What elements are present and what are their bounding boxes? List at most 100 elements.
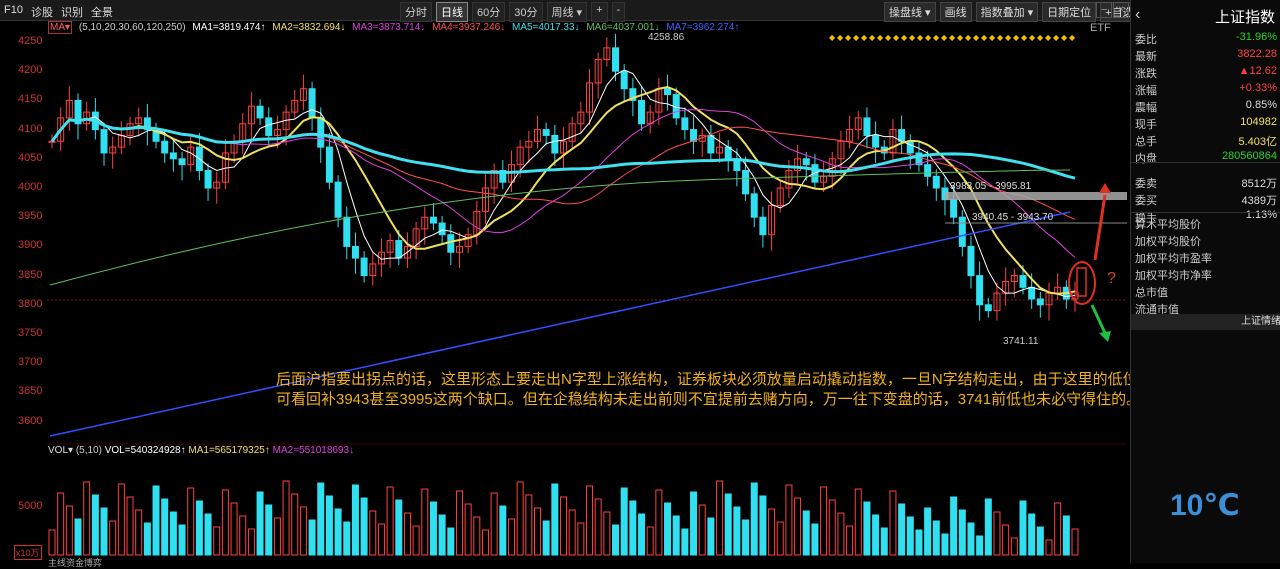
candle-body bbox=[750, 193, 758, 218]
volume-bar bbox=[221, 489, 229, 556]
volume-bar bbox=[152, 485, 160, 556]
candle-body bbox=[976, 275, 984, 306]
volume-bar bbox=[854, 488, 862, 556]
volume-bar bbox=[447, 527, 455, 556]
quote-value: ▲12.62 bbox=[1238, 65, 1277, 77]
volume-bar bbox=[698, 504, 706, 556]
volume-bar bbox=[360, 497, 368, 556]
volume-bar bbox=[1045, 539, 1053, 556]
candle-body bbox=[690, 129, 698, 142]
volume-bar bbox=[317, 482, 325, 556]
quote-row: 最新 3822.28 bbox=[1135, 48, 1277, 64]
index-title: 上证指数 bbox=[1214, 9, 1275, 26]
candle-body bbox=[1036, 298, 1044, 306]
volume-bar bbox=[1028, 513, 1036, 556]
candle-body bbox=[48, 140, 56, 143]
candlestick-chart[interactable]: ? 4258.86 3741.11 3983.05 - 3995.81 3940… bbox=[0, 0, 1130, 563]
volume-bar bbox=[490, 492, 498, 556]
diamond-marker: ◆ bbox=[957, 33, 964, 42]
volume-bar bbox=[135, 509, 143, 556]
diamond-marker: ◆ bbox=[965, 33, 972, 42]
panel-header: ‹ 上证指数 bbox=[1131, 4, 1280, 26]
volume-bar bbox=[560, 496, 567, 556]
volume-bar bbox=[612, 524, 620, 556]
volume-bar bbox=[83, 481, 91, 556]
volume-bar bbox=[429, 501, 437, 556]
candle-body bbox=[360, 257, 368, 277]
quote-value: 280560864 bbox=[1221, 150, 1277, 162]
volume-bar bbox=[525, 494, 533, 556]
volume-bar bbox=[204, 513, 212, 556]
volume-bar bbox=[993, 511, 1001, 556]
diamond-marker: ◆ bbox=[877, 33, 884, 42]
volume-bar bbox=[846, 525, 854, 556]
volume-bar bbox=[291, 493, 299, 556]
quote-row: 总手 5.403亿 bbox=[1135, 133, 1277, 149]
vol-selector[interactable]: VOL▾ bbox=[48, 445, 73, 456]
quote-value: -31.96% bbox=[1236, 31, 1277, 43]
candle-body bbox=[542, 129, 550, 136]
candle-body bbox=[984, 304, 992, 312]
diamond-marker: ◆ bbox=[901, 33, 908, 42]
quote-row: 委卖 8512万 bbox=[1135, 175, 1277, 191]
volume-bar bbox=[776, 521, 784, 556]
sentiment-tab[interactable]: 上证情绪 bbox=[1131, 314, 1280, 330]
diamond-marker: ◆ bbox=[1045, 33, 1052, 42]
candle-body bbox=[1028, 286, 1036, 300]
down-arrow-head bbox=[1099, 331, 1111, 342]
candle-body bbox=[551, 134, 559, 154]
volume-bar bbox=[187, 487, 195, 556]
volume-bar bbox=[768, 508, 776, 556]
quote-value: 4389万 bbox=[1241, 195, 1277, 207]
volume-bar bbox=[577, 522, 585, 556]
volume-bar bbox=[334, 508, 342, 556]
volume-bar bbox=[759, 495, 767, 556]
volume-bar bbox=[889, 490, 897, 556]
volume-bar bbox=[802, 510, 810, 556]
volume-bar bbox=[386, 486, 394, 556]
volume-bar bbox=[213, 526, 221, 556]
volume-bar bbox=[161, 498, 169, 556]
volume-bar bbox=[603, 511, 611, 556]
candle-body bbox=[638, 99, 646, 125]
candle-body bbox=[872, 134, 880, 148]
volume-bar bbox=[48, 529, 56, 556]
volume-bar bbox=[915, 529, 923, 556]
diamond-marker: ◆ bbox=[1013, 33, 1020, 42]
diamond-marker: ◆ bbox=[893, 33, 900, 42]
candle-body bbox=[924, 164, 932, 177]
vol-value: VOL=540324928↑ bbox=[104, 445, 186, 456]
volume-bar bbox=[594, 498, 602, 556]
quote-label: 委比 bbox=[1135, 34, 1157, 46]
volume-bar bbox=[299, 506, 307, 556]
volume-bar bbox=[898, 503, 906, 556]
diamond-marker: ◆ bbox=[973, 33, 980, 42]
volume-bar bbox=[820, 486, 828, 556]
volume-axis-tick: 5000 bbox=[18, 500, 43, 512]
candle-body bbox=[178, 158, 186, 166]
quote-label: 涨幅 bbox=[1135, 85, 1157, 97]
volume-bar bbox=[967, 522, 975, 556]
volume-bar bbox=[74, 518, 82, 556]
volume-bar bbox=[117, 483, 125, 556]
volume-bar bbox=[169, 511, 177, 556]
volume-bar bbox=[343, 521, 351, 556]
temperature-value: 10℃ bbox=[1170, 489, 1240, 522]
volume-bar bbox=[178, 524, 186, 556]
volume-bar bbox=[282, 480, 290, 556]
gap1-label: 3983.05 - 3995.81 bbox=[950, 181, 1032, 192]
volume-bar bbox=[100, 507, 108, 556]
volume-bar bbox=[568, 509, 576, 556]
diamond-marker: ◆ bbox=[1061, 33, 1068, 42]
candle-body bbox=[334, 181, 342, 218]
volume-bar bbox=[325, 495, 333, 556]
diamond-marker: ◆ bbox=[869, 33, 876, 42]
candle-body bbox=[169, 152, 177, 160]
volume-bar bbox=[950, 496, 958, 556]
diamond-marker: ◆ bbox=[853, 33, 860, 42]
back-arrow-icon[interactable]: ‹ bbox=[1135, 6, 1140, 24]
diamond-marker: ◆ bbox=[997, 33, 1004, 42]
quote-row: 涨幅 +0.33% bbox=[1135, 82, 1277, 98]
volume-legend: VOL▾ (5,10) VOL=540324928↑ MA1=565179325… bbox=[48, 445, 354, 456]
quote-value: 8512万 bbox=[1241, 178, 1277, 190]
